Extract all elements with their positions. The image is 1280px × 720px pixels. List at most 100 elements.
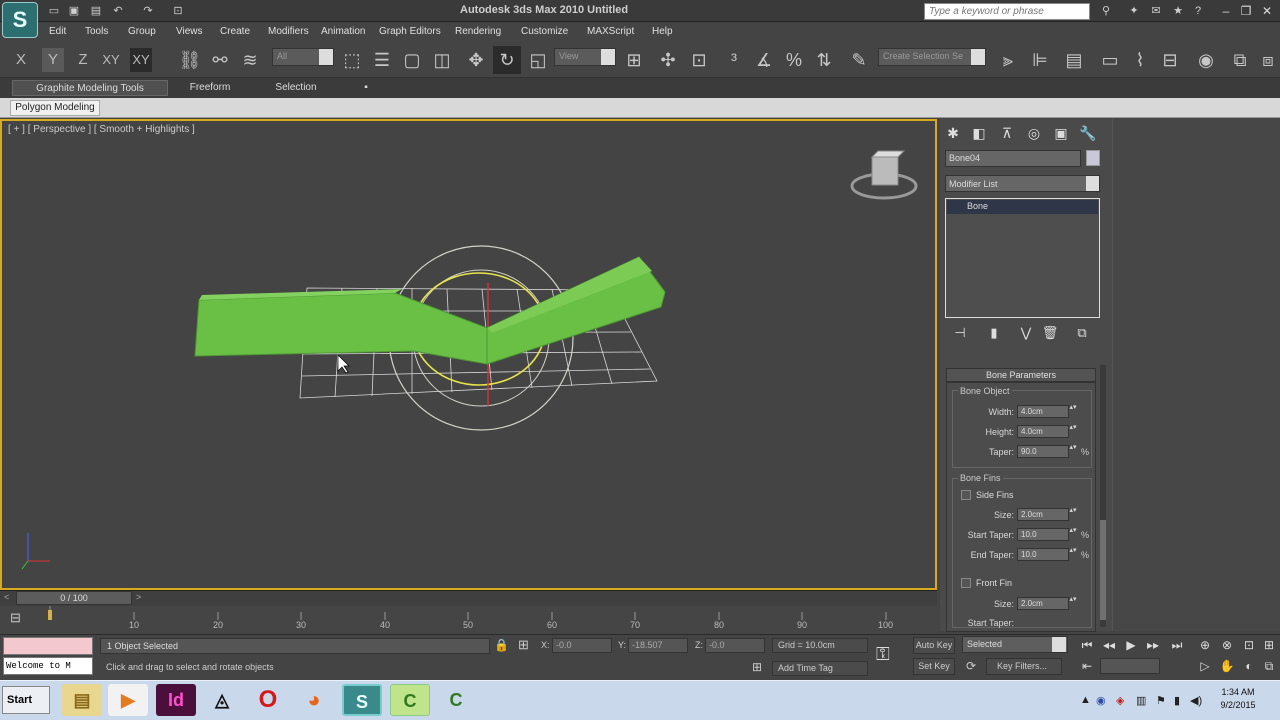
menu-modifiers[interactable]: Modifiers: [268, 26, 309, 37]
spinner-snap-icon[interactable]: ⇅: [810, 46, 838, 74]
media-player-icon[interactable]: ▶: [108, 684, 148, 716]
make-unique-icon[interactable]: ⋁: [1016, 323, 1036, 343]
ribbon-minimize-icon[interactable]: ▪: [356, 80, 376, 96]
rotate-icon[interactable]: ↻: [493, 46, 521, 74]
link-icon[interactable]: ⛓: [176, 46, 204, 74]
zoom-all-icon[interactable]: ⊗: [1216, 636, 1238, 654]
menu-help[interactable]: Help: [652, 26, 673, 37]
align-icon[interactable]: ⊫: [1026, 46, 1054, 74]
move-icon[interactable]: ✥: [462, 46, 490, 74]
next-frame-icon[interactable]: ▸▸: [1142, 636, 1164, 654]
menu-animation[interactable]: Animation: [321, 26, 365, 37]
tray-power-icon[interactable]: ▮: [1174, 694, 1180, 707]
hierarchy-tab-icon[interactable]: ⊼: [996, 123, 1018, 143]
keyboard-shortcut-override-icon[interactable]: ⊡: [685, 46, 713, 74]
modifier-list-dropdown[interactable]: Modifier List: [945, 175, 1100, 192]
key-filters-button[interactable]: Key Filters...: [986, 658, 1062, 675]
menu-graph-editors[interactable]: Graph Editors: [379, 26, 441, 37]
time-slider-thumb[interactable]: 0 / 100: [16, 591, 132, 605]
front-fin-size-spinner[interactable]: ▴▾: [1069, 596, 1077, 610]
app-menu-button[interactable]: S: [2, 2, 38, 38]
opera-icon[interactable]: O: [248, 684, 288, 716]
select-and-manipulate-icon[interactable]: ✣: [654, 46, 682, 74]
menu-edit[interactable]: Edit: [49, 26, 66, 37]
named-selection-set-dropdown[interactable]: Create Selection Se: [878, 48, 986, 66]
pin-stack-icon[interactable]: ⊣: [950, 323, 970, 343]
object-name-field[interactable]: Bone04: [945, 150, 1081, 167]
search-input[interactable]: Type a keyword or phrase: [924, 3, 1090, 20]
schematic-view-icon[interactable]: ⊟: [1156, 46, 1184, 74]
create-tab-icon[interactable]: ✱: [942, 123, 964, 143]
subscription-icon[interactable]: ✦: [1126, 4, 1142, 18]
previous-frame-icon[interactable]: ◂◂: [1098, 636, 1120, 654]
indesign-icon[interactable]: Id: [156, 684, 196, 716]
curve-editor-icon[interactable]: ⌇: [1126, 46, 1154, 74]
selection-filter-dropdown[interactable]: All: [272, 48, 334, 66]
command-panel-scroll-thumb[interactable]: [1100, 520, 1106, 620]
current-frame-field[interactable]: [1100, 658, 1160, 674]
go-to-end-icon[interactable]: ⏭: [1166, 636, 1188, 654]
y-coordinate-field[interactable]: -18.507: [628, 638, 688, 653]
open-file-icon[interactable]: ▣: [66, 4, 82, 18]
window-crossing-icon[interactable]: ◫: [428, 46, 456, 74]
menu-views[interactable]: Views: [176, 26, 203, 37]
new-file-icon[interactable]: ▭: [46, 4, 62, 18]
percent-snap-icon[interactable]: %: [780, 46, 808, 74]
render-frame-icon[interactable]: ⧈: [1254, 46, 1280, 74]
tray-expand-icon[interactable]: ▲: [1080, 694, 1091, 706]
tray-network-icon[interactable]: ▥: [1136, 694, 1146, 707]
3dsmax-icon[interactable]: S: [342, 684, 382, 716]
menu-customize[interactable]: Customize: [521, 26, 568, 37]
edit-named-selection-icon[interactable]: ✎: [845, 46, 873, 74]
time-tag-icon[interactable]: ⊞: [752, 660, 762, 674]
key-filter-icon[interactable]: ⟳: [966, 659, 976, 673]
maximize-viewport-icon[interactable]: ⧉: [1258, 657, 1280, 675]
close-icon[interactable]: ✕: [1257, 2, 1277, 20]
set-key-button[interactable]: Set Key: [913, 658, 955, 675]
tray-app-icon[interactable]: ◉: [1096, 694, 1106, 707]
maxscript-output[interactable]: Welcome to M: [3, 657, 93, 675]
mirror-icon[interactable]: ⫸: [994, 46, 1022, 74]
tab-polygon-modeling[interactable]: Polygon Modeling: [10, 100, 100, 116]
set-key-icon[interactable]: ⚿: [876, 644, 890, 665]
unlink-icon[interactable]: ⚯: [206, 46, 234, 74]
layer-manager-icon[interactable]: ▤: [1060, 46, 1088, 74]
taper-spinner[interactable]: ▴▾: [1069, 444, 1077, 458]
minimize-icon[interactable]: –: [1216, 2, 1236, 20]
communication-icon[interactable]: ✉: [1148, 4, 1164, 18]
undo-icon[interactable]: ↶: [110, 4, 126, 18]
side-fin-size-spinner[interactable]: ▴▾: [1069, 507, 1077, 521]
rollout-bone-parameters[interactable]: Bone Parameters: [946, 368, 1096, 382]
utilities-tab-icon[interactable]: 🔧: [1077, 123, 1099, 143]
tray-security-icon[interactable]: ◈: [1116, 694, 1124, 707]
remove-modifier-icon[interactable]: 🗑: [1040, 323, 1060, 343]
stack-item-bone[interactable]: Bone: [947, 200, 1098, 214]
pivot-center-icon[interactable]: ⊞: [620, 46, 648, 74]
save-file-icon[interactable]: ▤: [88, 4, 104, 18]
angle-snap-icon[interactable]: ∡: [750, 46, 778, 74]
tab-selection[interactable]: Selection: [266, 80, 326, 96]
axis-y-button[interactable]: Y: [42, 48, 64, 72]
show-end-result-icon[interactable]: ▮: [984, 323, 1004, 343]
menu-rendering[interactable]: Rendering: [455, 26, 501, 37]
material-editor-icon[interactable]: ◉: [1192, 46, 1220, 74]
start-taper-field[interactable]: 10.0: [1017, 528, 1069, 541]
start-button[interactable]: Start: [2, 686, 50, 714]
front-fin-size-field[interactable]: 2.0cm: [1017, 597, 1069, 610]
camtasia-icon[interactable]: C: [390, 684, 430, 716]
menu-group[interactable]: Group: [128, 26, 156, 37]
unity-icon[interactable]: ◬: [202, 684, 242, 716]
width-spinner[interactable]: ▴▾: [1069, 404, 1077, 418]
select-by-name-icon[interactable]: ☰: [368, 46, 396, 74]
side-fins-checkbox[interactable]: [961, 490, 971, 500]
favorites-icon[interactable]: ★: [1170, 4, 1186, 18]
object-color-swatch[interactable]: [1086, 150, 1100, 166]
zoom-extents-icon[interactable]: ⊡: [1238, 636, 1260, 654]
view-cube[interactable]: [850, 150, 918, 200]
redo-icon[interactable]: ↷: [140, 4, 156, 18]
help-icon[interactable]: ?: [1190, 4, 1206, 18]
select-object-icon[interactable]: ⬚: [338, 46, 366, 74]
z-coordinate-field[interactable]: -0.0: [705, 638, 765, 653]
viewport-scene[interactable]: [2, 121, 935, 588]
binoculars-icon[interactable]: ⚲: [1098, 4, 1114, 18]
